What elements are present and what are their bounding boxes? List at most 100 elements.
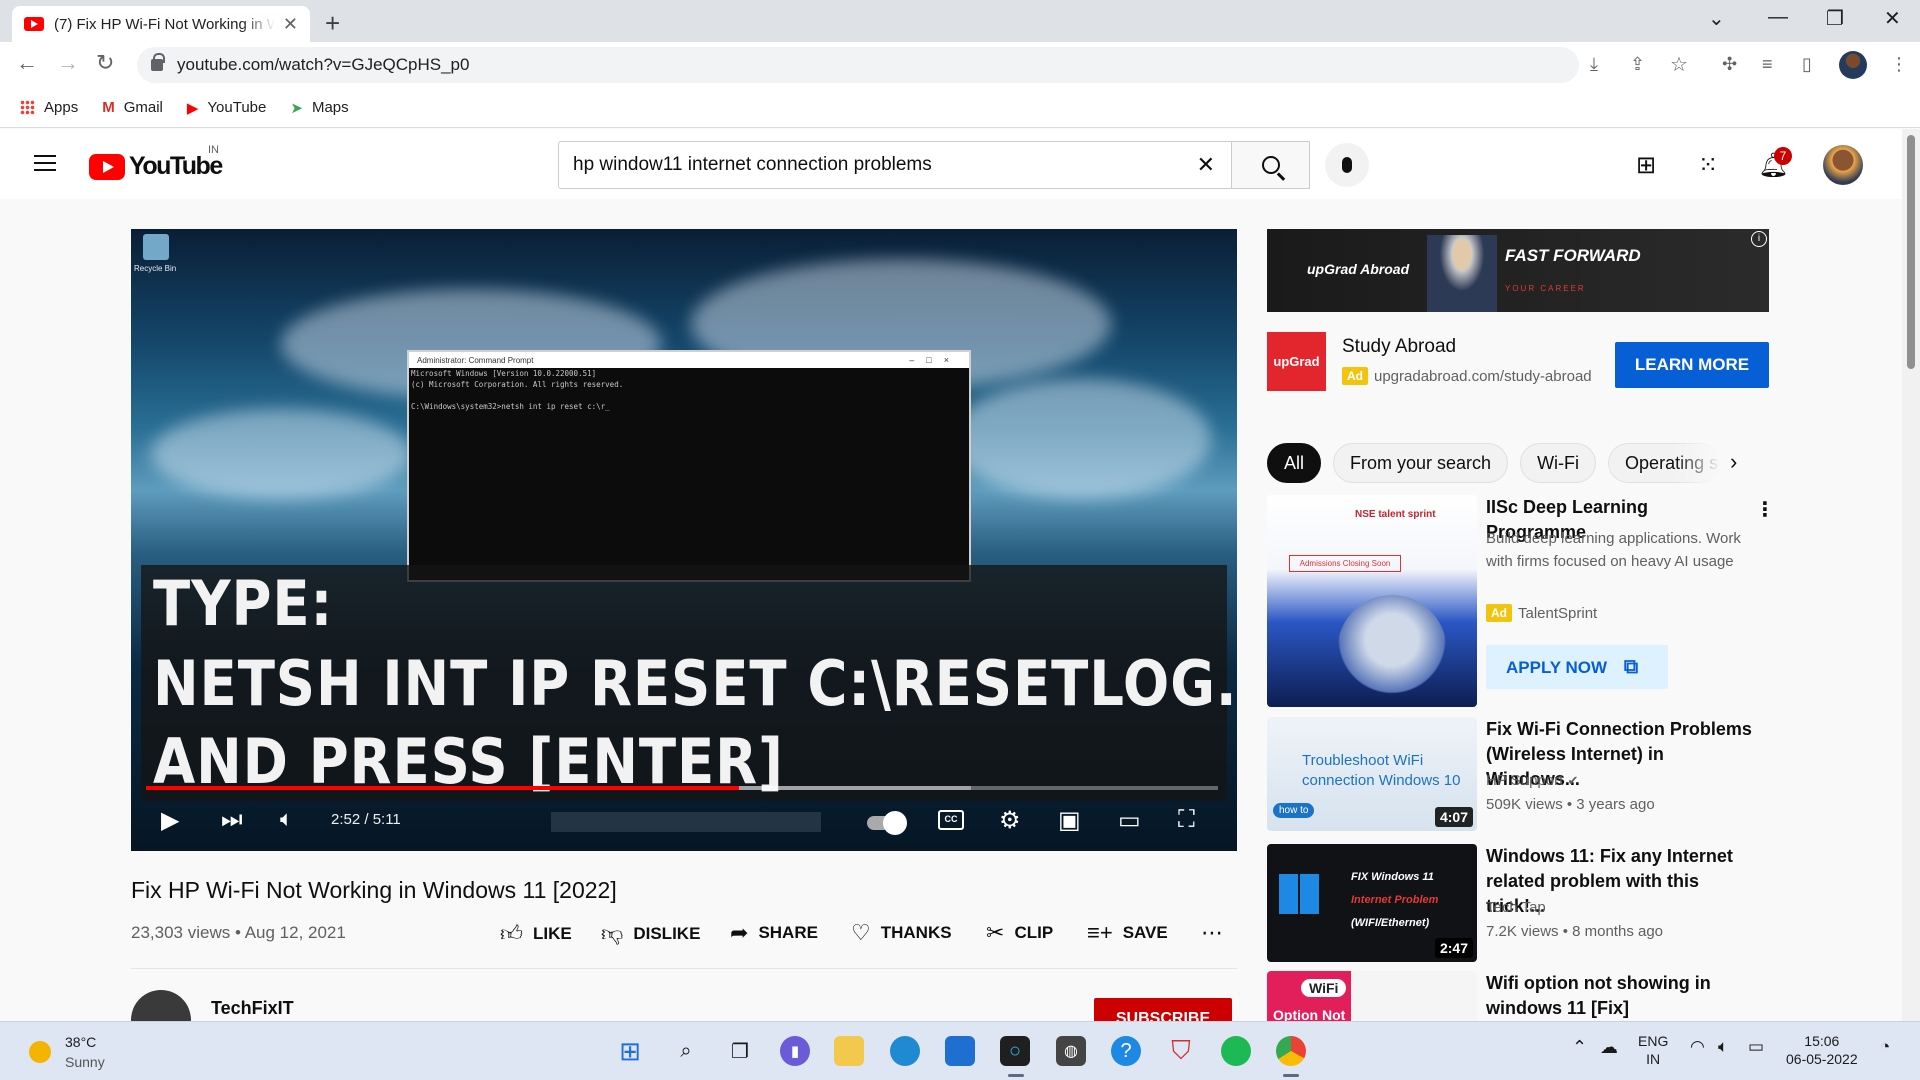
ad-logo[interactable]: upGrad [1267, 332, 1326, 391]
clip-button[interactable]: ✂ CLIP [986, 920, 1053, 946]
share-button[interactable]: ➦ SHARE [730, 920, 818, 946]
get-help-icon[interactable]: ? [1111, 1036, 1141, 1066]
play-icon[interactable]: ▶ [161, 806, 179, 835]
maximize-button[interactable]: ❐ [1826, 6, 1844, 31]
account-avatar[interactable] [1823, 145, 1863, 185]
dislike-button[interactable]: 👎︎ DISLIKE [601, 920, 700, 947]
speaker-volume-icon[interactable]: 🔈︎ [1718, 1038, 1728, 1056]
video-thumbnail[interactable]: WiFi Option Not [1267, 971, 1477, 1021]
video-player[interactable]: Recycle Bin Administrator: Command Promp… [131, 229, 1237, 851]
like-button[interactable]: 👍︎ LIKE [500, 920, 572, 947]
back-button[interactable]: ← [16, 50, 38, 76]
voice-search-button[interactable] [1325, 143, 1369, 187]
chip-wifi[interactable]: Wi-Fi [1520, 443, 1597, 483]
rec-title[interactable]: Wifi option not showing in windows 11 [F… [1486, 971, 1756, 1021]
address-bar[interactable]: youtube.com/watch?v=GJeQCpHS_p0 ⤓ ⇪ ☆ [137, 47, 1688, 83]
share-icon[interactable]: ⇪ [1630, 54, 1645, 75]
thanks-button[interactable]: ♡ THANKS [851, 920, 952, 946]
search-icon[interactable]: ⌕ [671, 1036, 701, 1066]
clear-search-icon[interactable]: ✕ [1197, 152, 1215, 178]
url-text[interactable]: youtube.com/watch?v=GJeQCpHS_p0 [177, 55, 469, 75]
bookmark-maps[interactable]: ➤ Maps [290, 99, 348, 117]
chip-operating-system[interactable]: Operating s [1608, 443, 1721, 483]
ad-info-icon[interactable]: i [1751, 231, 1767, 247]
language-indicator[interactable]: ENG IN [1638, 1032, 1668, 1068]
video-thumbnail[interactable]: Troubleshoot WiFi connection Windows 10 … [1267, 717, 1477, 831]
task-view-icon[interactable]: ❐ [725, 1036, 755, 1066]
close-tab-icon[interactable]: ✕ [283, 14, 298, 35]
fullscreen-icon[interactable]: ⛶ [1178, 806, 1195, 834]
clock[interactable]: 15:06 06-05-2022 [1786, 1032, 1858, 1068]
learn-more-button[interactable]: LEARN MORE [1615, 342, 1769, 388]
promoted-recommendation[interactable]: NSE talent sprint Admissions Closing Soo… [1267, 495, 1775, 707]
search-box[interactable]: ✕ [558, 141, 1232, 189]
weather-widget[interactable]: 38°C Sunny [65, 1032, 105, 1072]
search-input[interactable] [559, 142, 1159, 188]
minimize-button[interactable]: — [1768, 6, 1788, 29]
recommended-video[interactable]: FIX Windows 11 Internet Problem (WIFI/Et… [1267, 844, 1767, 962]
chrome-icon[interactable] [1276, 1036, 1306, 1066]
extensions-puzzle-icon[interactable]: ✣ [1722, 54, 1737, 75]
video-thumbnail[interactable]: FIX Windows 11 Internet Problem (WIFI/Et… [1267, 844, 1477, 962]
close-window-button[interactable]: ✕ [1884, 6, 1901, 31]
app-icon[interactable]: ◍ [1056, 1036, 1086, 1066]
chevron-right-icon[interactable]: › [1730, 449, 1737, 475]
apply-now-button[interactable]: APPLY NOW ⧉ [1486, 645, 1668, 689]
lock-icon[interactable] [151, 53, 165, 71]
channel-name[interactable]: TechFixIT [211, 998, 294, 1019]
page-scrollbar[interactable] [1902, 129, 1920, 1021]
battery-icon[interactable]: ▭ [1748, 1038, 1764, 1056]
search-button[interactable] [1232, 141, 1310, 189]
chip-all[interactable]: All [1267, 443, 1322, 483]
recommended-video[interactable]: WiFi Option Not Wifi option not showing … [1267, 971, 1767, 1021]
volume-icon[interactable]: 🔈︎ [280, 806, 293, 832]
miniplayer-icon[interactable]: ▣ [1058, 806, 1081, 835]
start-windows-icon[interactable]: ⊞ [615, 1036, 645, 1066]
apps-grid-icon[interactable]: ⁙ [1698, 151, 1718, 180]
autoplay-toggle[interactable] [867, 811, 907, 835]
bookmark-star-icon[interactable]: ☆ [1670, 52, 1688, 77]
file-explorer-icon[interactable] [834, 1036, 864, 1066]
chip-from-your-search[interactable]: From your search [1333, 443, 1509, 483]
tab-search-chevron-icon[interactable]: ⌄ [1708, 6, 1725, 31]
side-panel-icon[interactable]: ▯ [1802, 54, 1812, 75]
progress-bar[interactable] [146, 786, 1218, 790]
more-vert-icon[interactable]: ⋮ [1755, 497, 1775, 522]
alexa-app-icon[interactable]: ○ [1000, 1036, 1030, 1066]
notification-center-icon[interactable]: ◔ [1880, 1038, 1890, 1056]
forward-button[interactable]: → [57, 50, 79, 76]
mcafee-shield-icon[interactable]: ⛉ [1166, 1035, 1196, 1066]
recommended-video[interactable]: Troubleshoot WiFi connection Windows 10 … [1267, 717, 1767, 831]
rec-channel[interactable]: Tech Tap [1486, 899, 1546, 916]
new-tab-button[interactable]: + [325, 8, 340, 39]
browser-tab-active[interactable]: (7) Fix HP Wi-Fi Not Working in Windows … [12, 6, 310, 42]
more-actions-button[interactable]: ⋯ [1201, 920, 1233, 946]
wifi-icon[interactable]: ◠ [1690, 1038, 1705, 1056]
bookmark-gmail[interactable]: M Gmail [102, 99, 163, 116]
edge-browser-icon[interactable] [890, 1036, 920, 1066]
theater-mode-icon[interactable]: ▭ [1118, 806, 1141, 835]
install-app-icon[interactable]: ⤓ [1590, 54, 1598, 75]
browser-menu-icon[interactable]: ⋮ [1890, 54, 1908, 75]
teams-chat-icon[interactable]: ▮ [780, 1036, 810, 1066]
settings-gear-icon[interactable]: ⚙ [999, 806, 1021, 835]
bookmark-apps[interactable]: Apps [20, 99, 78, 116]
ad-title[interactable]: Study Abroad [1342, 336, 1456, 358]
rec-channel[interactable]: HP Support ✔ [1486, 772, 1578, 789]
microsoft-store-icon[interactable] [945, 1036, 975, 1066]
create-video-icon[interactable]: ⊞ [1636, 151, 1656, 180]
spotify-icon[interactable] [1221, 1036, 1251, 1066]
guide-menu-icon[interactable] [34, 155, 56, 171]
youtube-logo[interactable]: YouTube IN [89, 144, 223, 181]
reading-list-icon[interactable]: ≡ [1762, 54, 1773, 75]
next-video-icon[interactable]: ⏭ [221, 806, 243, 834]
save-button[interactable]: ≡+ SAVE [1087, 920, 1168, 946]
reload-button[interactable]: ↻ [96, 50, 114, 76]
subtitles-cc-icon[interactable]: CC [938, 810, 964, 830]
sun-weather-icon[interactable] [29, 1041, 51, 1063]
onedrive-cloud-icon[interactable]: ☁ [1600, 1038, 1618, 1056]
promoted-thumbnail[interactable]: NSE talent sprint Admissions Closing Soo… [1267, 495, 1477, 707]
scrollbar-thumb[interactable] [1907, 135, 1915, 369]
bookmark-youtube[interactable]: ▶ YouTube [187, 99, 267, 117]
show-hidden-icons-chevron-icon[interactable]: ⌃ [1572, 1038, 1587, 1056]
